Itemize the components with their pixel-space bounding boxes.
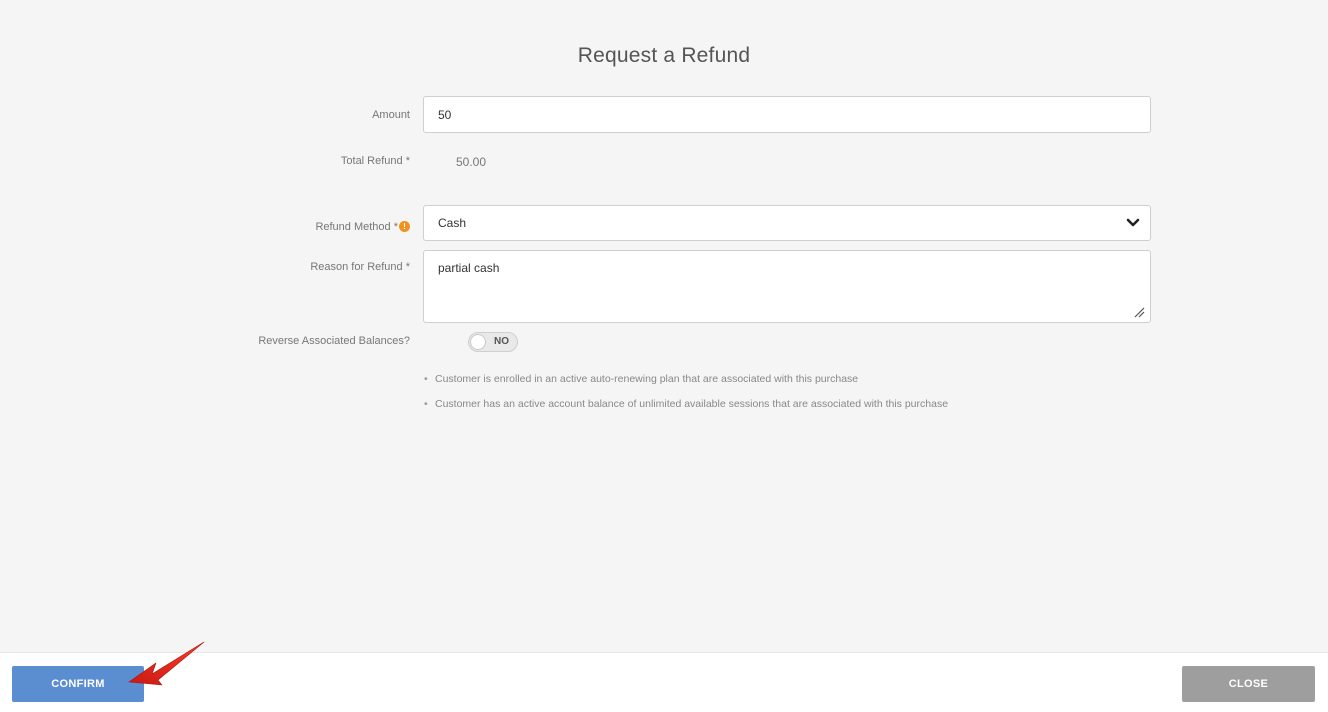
total-refund-value: 50.00: [456, 155, 487, 169]
annotation-arrow-icon: [128, 641, 205, 686]
refund-dialog: Request a Refund Amount Total Refund * 5…: [0, 0, 1328, 712]
toggle-state-text: NO: [494, 336, 509, 347]
refund-method-label-text: Refund Method *: [315, 221, 398, 233]
resize-handle-icon[interactable]: [1133, 306, 1145, 318]
bullet-icon: •: [424, 398, 428, 410]
reason-label: Reason for Refund *: [310, 261, 410, 273]
list-item: • Customer has an active account balance …: [424, 397, 948, 422]
confirm-button[interactable]: CONFIRM: [12, 666, 144, 702]
bullet-icon: •: [424, 373, 428, 385]
reverse-balances-label: Reverse Associated Balances?: [258, 335, 410, 347]
reverse-balances-toggle[interactable]: NO: [468, 332, 518, 352]
info-icon[interactable]: !: [399, 221, 410, 232]
page-title: Request a Refund: [577, 44, 751, 67]
note-text: Customer is enrolled in an active auto-r…: [435, 373, 859, 385]
notes-list: • Customer is enrolled in an active auto-…: [424, 372, 948, 422]
total-refund-label: Total Refund *: [340, 155, 410, 167]
amount-input[interactable]: [423, 96, 1151, 133]
note-text: Customer has an active account balance o…: [435, 398, 949, 410]
refund-method-label: Refund Method *!: [315, 221, 410, 233]
refund-method-selected: Cash: [438, 216, 467, 230]
chevron-down-icon: [1126, 206, 1140, 240]
refund-method-select[interactable]: Cash: [423, 205, 1151, 241]
toggle-knob: [470, 334, 486, 350]
list-item: • Customer is enrolled in an active auto-…: [424, 372, 948, 397]
amount-label: Amount: [372, 109, 410, 121]
reason-textarea[interactable]: partial cash: [423, 250, 1151, 323]
close-button[interactable]: CLOSE: [1182, 666, 1315, 702]
